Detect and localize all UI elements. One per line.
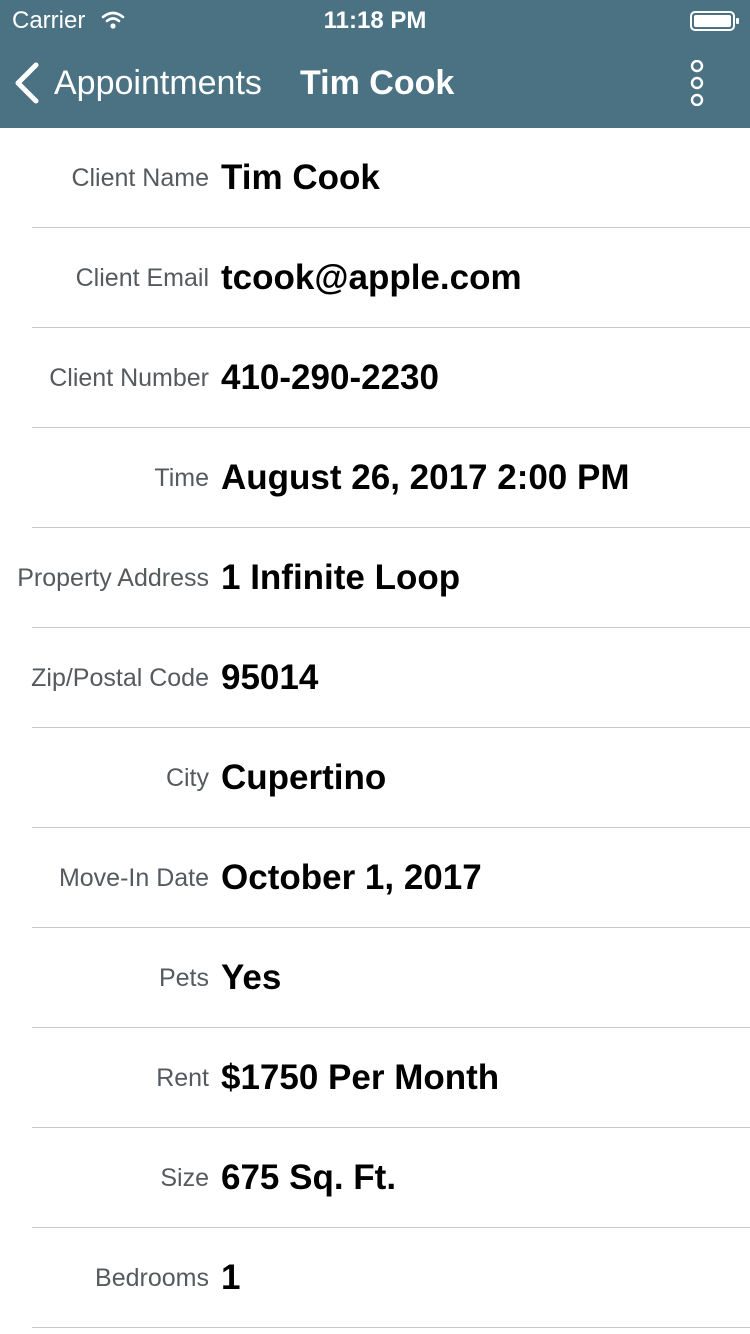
page-title: Tim Cook <box>300 64 455 102</box>
detail-value: Cupertino <box>221 758 387 797</box>
detail-value: $1750 Per Month <box>221 1058 500 1097</box>
detail-row-city: City Cupertino <box>0 728 750 828</box>
detail-row-client-email: Client Email tcook@apple.com <box>0 228 750 328</box>
detail-value: October 1, 2017 <box>221 858 482 897</box>
detail-value: 410-290-2230 <box>221 358 439 397</box>
detail-label: Bedrooms <box>95 1264 209 1292</box>
detail-value: Tim Cook <box>221 158 380 197</box>
detail-value: August 26, 2017 2:00 PM <box>221 458 630 497</box>
row-divider <box>32 1327 750 1328</box>
detail-label: Client Name <box>71 164 209 192</box>
detail-row-client-number: Client Number 410-290-2230 <box>0 328 750 428</box>
back-button-label: Appointments <box>54 63 262 102</box>
detail-value: tcook@apple.com <box>221 258 522 297</box>
status-bar: Carrier 11:18 PM <box>0 0 750 40</box>
detail-row-time: Time August 26, 2017 2:00 PM <box>0 428 750 528</box>
battery-icon <box>690 11 740 31</box>
back-button[interactable]: Appointments <box>12 58 262 108</box>
detail-row-size: Size 675 Sq. Ft. <box>0 1128 750 1228</box>
detail-row-zip-code: Zip/Postal Code 95014 <box>0 628 750 728</box>
more-vertical-icon <box>690 59 704 107</box>
appointment-details-list: Client Name Tim Cook Client Email tcook@… <box>0 128 750 1328</box>
detail-value: 1 <box>221 1258 241 1297</box>
detail-row-pets: Pets Yes <box>0 928 750 1028</box>
detail-row-move-in-date: Move-In Date October 1, 2017 <box>0 828 750 928</box>
more-options-button[interactable] <box>680 59 714 107</box>
app-header: Carrier 11:18 PM Appointments Tim Cook <box>0 0 750 128</box>
detail-label: Rent <box>156 1064 209 1092</box>
detail-label: Client Email <box>75 264 209 292</box>
detail-label: City <box>165 764 209 792</box>
detail-value: 95014 <box>221 658 319 697</box>
detail-label: Client Number <box>49 364 209 392</box>
detail-label: Move-In Date <box>58 864 209 892</box>
chevron-left-icon <box>12 61 42 105</box>
detail-label: Property Address <box>17 564 209 592</box>
detail-value: 1 Infinite Loop <box>221 558 461 597</box>
detail-row-rent: Rent $1750 Per Month <box>0 1028 750 1128</box>
detail-row-client-name: Client Name Tim Cook <box>0 128 750 228</box>
detail-value: Yes <box>221 958 282 997</box>
detail-label: Time <box>154 464 209 492</box>
navigation-bar: Appointments Tim Cook <box>0 40 750 128</box>
detail-value: 675 Sq. Ft. <box>221 1158 397 1197</box>
status-time: 11:18 PM <box>323 7 427 34</box>
detail-label: Size <box>160 1164 209 1192</box>
detail-row-property-address: Property Address 1 Infinite Loop <box>0 528 750 628</box>
detail-label: Zip/Postal Code <box>31 664 209 692</box>
detail-row-bedrooms: Bedrooms 1 <box>0 1228 750 1328</box>
detail-label: Pets <box>158 964 209 992</box>
